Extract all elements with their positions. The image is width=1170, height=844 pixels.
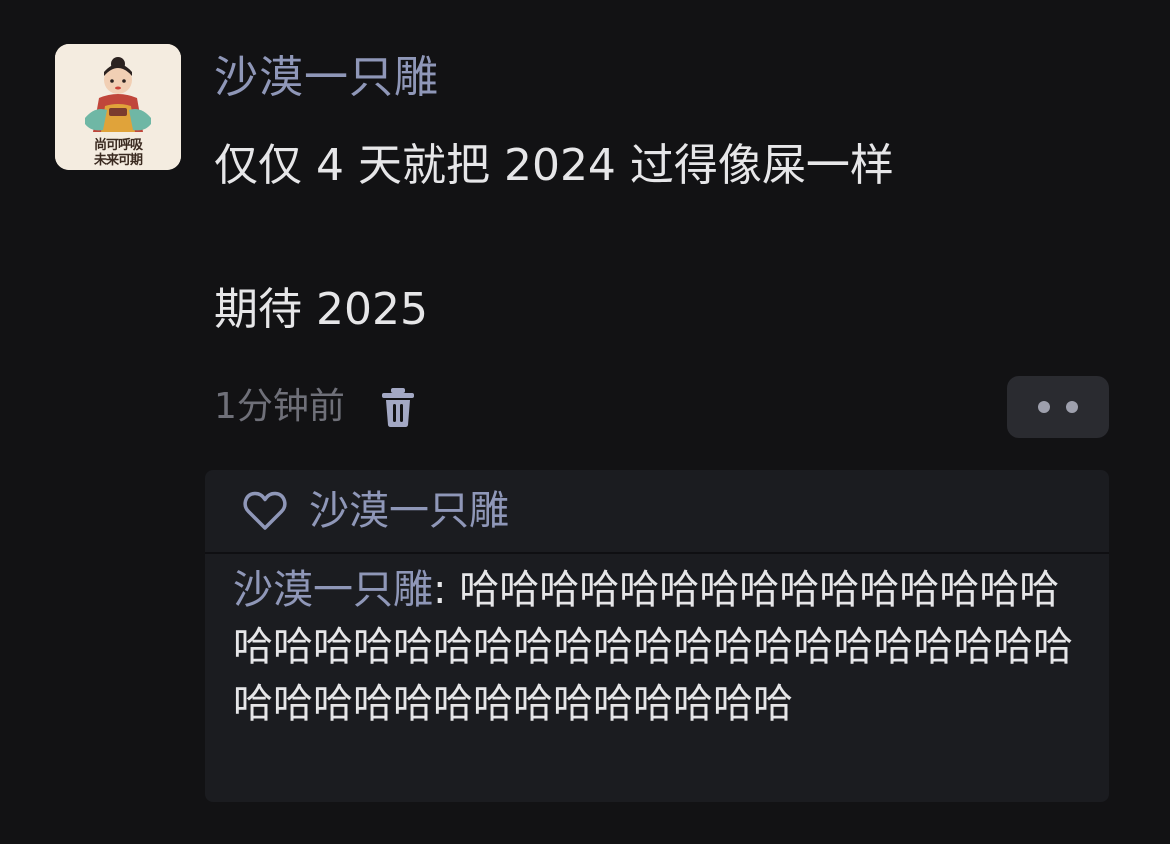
comment: 沙漠一只雕: 哈哈哈哈哈哈哈哈哈哈哈哈哈哈哈哈哈哈哈哈哈哈哈哈哈哈哈哈哈哈哈哈哈…	[233, 562, 1093, 733]
more-dots-icon	[1038, 401, 1050, 413]
heart-icon[interactable]	[243, 491, 287, 531]
avatar[interactable]: 尚可呼吸 未来可期	[55, 44, 181, 170]
trash-icon[interactable]	[381, 387, 415, 427]
post-timestamp: 1分钟前	[214, 386, 345, 427]
post-text-line-1: 仅仅 4 天就把 2024 过得像屎一样	[214, 140, 894, 191]
more-options-button[interactable]	[1007, 376, 1109, 438]
more-dots-icon	[1066, 401, 1078, 413]
post-text: 仅仅 4 天就把 2024 过得像屎一样 期待 2025	[214, 136, 1114, 340]
post-meta: 1分钟前	[214, 382, 415, 432]
interaction-panel: 沙漠一只雕 沙漠一只雕: 哈哈哈哈哈哈哈哈哈哈哈哈哈哈哈哈哈哈哈哈哈哈哈哈哈哈哈…	[205, 470, 1109, 802]
post-text-line-2: 期待 2025	[214, 284, 428, 335]
liked-by-user[interactable]: 沙漠一只雕	[309, 486, 509, 536]
post-username[interactable]: 沙漠一只雕	[214, 50, 439, 106]
post-card: 尚可呼吸 未来可期 沙漠一只雕 仅仅 4 天就把 2024 过得像屎一样 期待 …	[0, 0, 1170, 844]
likes-row: 沙漠一只雕	[205, 470, 1109, 554]
avatar-caption-1: 尚可呼吸	[93, 138, 143, 153]
comment-separator: :	[433, 567, 460, 613]
avatar-caption-2: 未来可期	[93, 153, 143, 168]
comment-author[interactable]: 沙漠一只雕	[233, 567, 433, 613]
